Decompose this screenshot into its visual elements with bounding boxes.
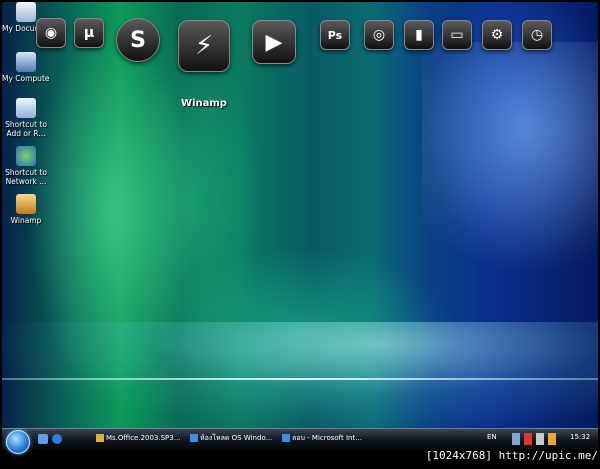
desktop-icon-add-remove[interactable]: Shortcut to Add or R... xyxy=(2,98,50,138)
image-caption: [1024x768] http://upic.me/ xyxy=(425,449,598,462)
network-icon xyxy=(16,146,36,166)
wallpaper-sparkle xyxy=(422,42,598,342)
folder-documents-icon xyxy=(16,2,36,22)
dock-utorrent[interactable]: µ xyxy=(74,18,104,48)
desktop-icon-my-computer[interactable]: My Computer xyxy=(2,52,50,83)
tray-app-icon[interactable] xyxy=(536,433,544,445)
dock-disc[interactable]: ◎ xyxy=(364,20,394,50)
screenshot-frame: My Documents My Computer Shortcut to Add… xyxy=(0,0,600,469)
wallpaper-curve xyxy=(2,322,598,432)
tray-volume-icon[interactable] xyxy=(548,433,556,445)
dock-hover-label: Winamp xyxy=(181,98,227,109)
desktop-wallpaper: My Documents My Computer Shortcut to Add… xyxy=(2,2,598,448)
control-panel-icon xyxy=(16,98,36,118)
desktop-icon-winamp[interactable]: Winamp xyxy=(2,194,50,225)
dock-settings[interactable]: ⚙ xyxy=(482,20,512,50)
ie-page-icon xyxy=(282,434,290,442)
dock-monitor[interactable]: ▭ xyxy=(442,20,472,50)
language-indicator[interactable]: EN xyxy=(487,433,497,441)
dock-winamp[interactable]: ⚡ xyxy=(178,20,230,72)
tray-antivirus-icon[interactable] xyxy=(524,433,532,445)
dock-clock[interactable]: ◷ xyxy=(522,20,552,50)
taskbar-task-2[interactable]: ห้องโหลด OS Windo... xyxy=(190,432,274,445)
ie-page-icon xyxy=(190,434,198,442)
computer-icon xyxy=(16,52,36,72)
dock-firefox[interactable]: ◉ xyxy=(36,18,66,48)
dock-photoshop[interactable]: Ps xyxy=(320,20,350,50)
dock-skype[interactable]: S xyxy=(116,18,160,62)
show-desktop-icon[interactable] xyxy=(38,434,48,444)
wallpaper-horizon-line xyxy=(2,378,598,380)
internet-explorer-icon[interactable] xyxy=(52,434,62,444)
taskbar-task-1[interactable]: Ms.Office.2003.SP3... xyxy=(96,432,184,445)
dock-media-player[interactable]: ▶ xyxy=(252,20,296,64)
folder-icon xyxy=(96,434,104,442)
winamp-icon xyxy=(16,194,36,214)
taskbar-clock[interactable]: 15:32 xyxy=(570,433,590,441)
desktop-icon-network[interactable]: Shortcut to Network ... xyxy=(2,146,50,186)
taskbar-task-3[interactable]: ลอบ - Microsoft Int... xyxy=(282,432,366,445)
tray-network-icon[interactable] xyxy=(512,433,520,445)
dock-book[interactable]: ▮ xyxy=(404,20,434,50)
